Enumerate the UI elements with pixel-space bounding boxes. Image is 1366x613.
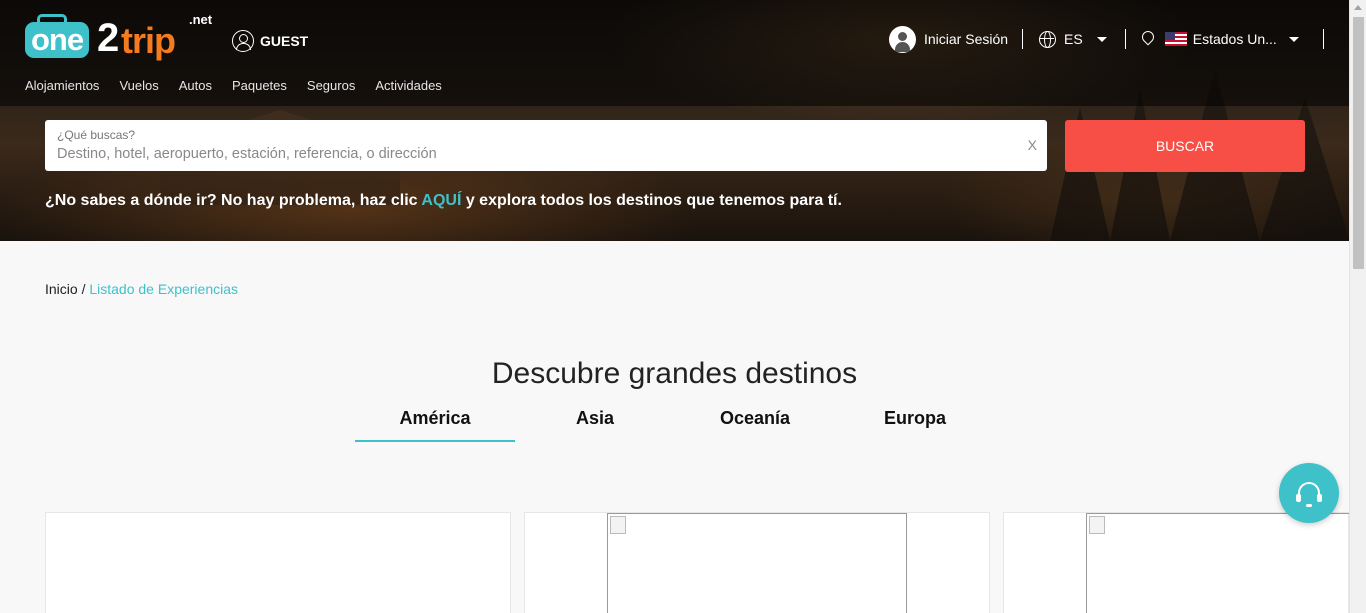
- breadcrumb: Inicio / Listado de Experiencias: [45, 281, 238, 297]
- nav-item-alojamientos[interactable]: Alojamientos: [25, 78, 99, 93]
- scroll-up-icon[interactable]: [1354, 5, 1362, 10]
- logo-one: one: [25, 22, 90, 58]
- logo-trip: trip: [121, 20, 176, 61]
- chevron-down-icon: [1288, 36, 1299, 42]
- support-chat-button[interactable]: [1279, 463, 1339, 523]
- explore-promo: ¿No sabes a dónde ir? No hay problema, h…: [45, 192, 842, 210]
- language-selector[interactable]: ES: [1023, 30, 1125, 48]
- headset-mic: [1306, 504, 1312, 507]
- chevron-down-icon: [1096, 36, 1107, 42]
- broken-image-icon: [607, 513, 907, 613]
- scrollbar-thumb[interactable]: [1353, 17, 1364, 269]
- divider: [1322, 29, 1324, 49]
- nav-item-actividades[interactable]: Actividades: [375, 78, 441, 93]
- us-flag-icon: [1164, 32, 1187, 46]
- login-button[interactable]: Iniciar Sesión: [889, 25, 1022, 53]
- clear-icon[interactable]: X: [1028, 137, 1037, 153]
- tab-america[interactable]: América: [355, 406, 515, 442]
- tab-europa[interactable]: Europa: [835, 406, 995, 442]
- promo-text-before: ¿No sabes a dónde ir? No hay problema, h…: [45, 192, 422, 209]
- main-nav: Alojamientos Vuelos Autos Paquetes Segur…: [25, 78, 442, 93]
- search-input[interactable]: ¿Qué buscas? Destino, hotel, aeropuerto,…: [45, 120, 1047, 171]
- breadcrumb-current[interactable]: Listado de Experiencias: [89, 281, 238, 297]
- destination-card[interactable]: [1003, 512, 1356, 613]
- guest-label: GUEST: [260, 33, 309, 49]
- nav-item-paquetes[interactable]: Paquetes: [232, 78, 287, 93]
- nav-item-vuelos[interactable]: Vuelos: [119, 78, 158, 93]
- breadcrumb-separator: /: [77, 281, 90, 297]
- broken-image-icon: [1086, 513, 1356, 613]
- user-outline-icon: [232, 30, 254, 52]
- account-menu: Iniciar Sesión ES Estados Un...: [889, 24, 1324, 54]
- breadcrumb-home[interactable]: Inicio: [45, 281, 78, 297]
- tab-asia[interactable]: Asia: [515, 406, 675, 442]
- search-button[interactable]: BUSCAR: [1065, 120, 1305, 172]
- page-title: Descubre grandes destinos: [491, 357, 858, 390]
- promo-link[interactable]: AQUÍ: [421, 192, 461, 209]
- search-label: ¿Qué buscas?: [57, 128, 136, 142]
- nav-item-seguros[interactable]: Seguros: [307, 78, 355, 93]
- page: one 2 trip .net GUEST Alojamientos Vuelo…: [0, 0, 1366, 613]
- country-selector[interactable]: Estados Un...: [1126, 31, 1323, 48]
- brand-logo[interactable]: one 2 trip .net: [25, 12, 215, 66]
- globe-icon: [1039, 30, 1057, 48]
- nav-item-autos[interactable]: Autos: [179, 78, 212, 93]
- logo-two: 2: [97, 16, 120, 60]
- guest-indicator[interactable]: GUEST: [232, 30, 308, 52]
- region-tabs: América Asia Oceanía Europa: [355, 406, 995, 442]
- country-value: Estados Un...: [1192, 31, 1277, 47]
- headset-ear-right: [1317, 494, 1322, 502]
- search-placeholder: Destino, hotel, aeropuerto, estación, re…: [57, 146, 437, 162]
- language-value: ES: [1064, 31, 1083, 47]
- scrollbar[interactable]: [1349, 0, 1366, 613]
- avatar-icon: [889, 25, 916, 53]
- login-label: Iniciar Sesión: [924, 31, 1009, 47]
- location-pin-icon: [1142, 31, 1155, 48]
- logo-net: .net: [189, 12, 213, 27]
- destination-card[interactable]: [45, 512, 511, 613]
- tab-oceania[interactable]: Oceanía: [675, 406, 835, 442]
- promo-text-after: y explora todos los destinos que tenemos…: [461, 192, 842, 209]
- destination-card[interactable]: [524, 512, 990, 613]
- headset-ear-left: [1296, 494, 1301, 502]
- hero-banner: one 2 trip .net GUEST Alojamientos Vuelo…: [0, 0, 1349, 241]
